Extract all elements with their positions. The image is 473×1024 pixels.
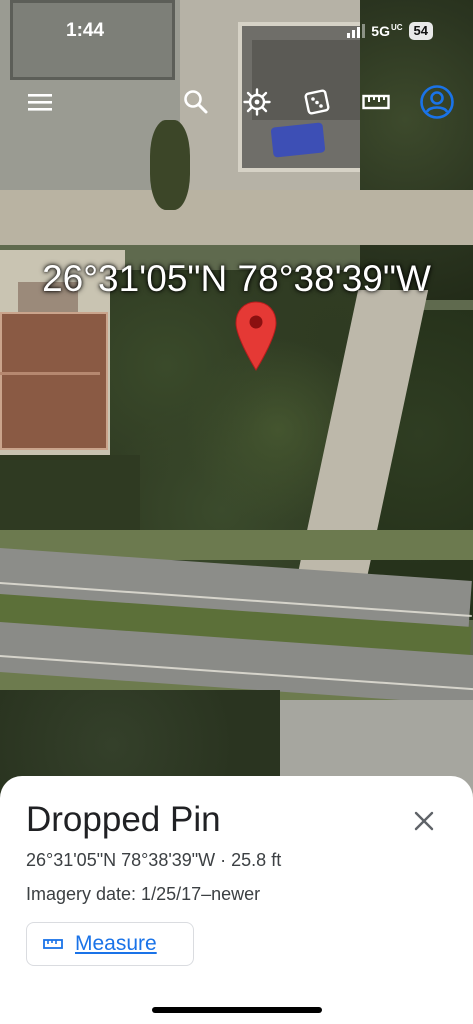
status-bar: 1:44 5GUC 54 xyxy=(0,0,473,60)
cellular-signal-icon xyxy=(347,24,366,38)
pin-coordinates: 26°31'05"N 78°38'39"W · 25.8 ft xyxy=(26,850,282,870)
dropped-pin-marker[interactable] xyxy=(234,300,278,372)
measure-button[interactable]: Measure xyxy=(26,922,194,966)
account-icon xyxy=(420,85,454,119)
map-house-roof xyxy=(0,312,108,450)
close-button[interactable] xyxy=(409,806,439,836)
status-indicators: 5GUC 54 xyxy=(347,22,433,40)
menu-button[interactable] xyxy=(20,82,60,122)
dropped-pin-sheet: Dropped Pin 26°31'05"N 78°38'39"W · 25.8… xyxy=(0,776,473,1024)
coordinate-label: 26°31'05"N 78°38'39"W xyxy=(42,258,431,299)
map-road xyxy=(0,190,473,245)
network-type: 5GUC xyxy=(371,23,403,39)
map-trees xyxy=(150,120,190,210)
battery-indicator: 54 xyxy=(408,22,433,40)
status-time: 1:44 xyxy=(66,20,105,41)
measure-label: Measure xyxy=(75,932,157,955)
sheet-title: Dropped Pin xyxy=(26,800,221,839)
menu-icon xyxy=(28,94,52,111)
voyager-button[interactable] xyxy=(237,82,277,122)
measure-tool-button[interactable] xyxy=(356,82,396,122)
feeling-lucky-button[interactable] xyxy=(297,82,337,122)
feeling-lucky-dice-icon xyxy=(304,89,330,115)
close-icon xyxy=(414,811,434,831)
imagery-date: Imagery date: 1/25/17–newer xyxy=(26,884,261,904)
ruler-icon xyxy=(43,939,63,949)
map-roof-ridge xyxy=(0,372,100,375)
search-button[interactable] xyxy=(176,82,216,122)
account-button[interactable] xyxy=(417,82,457,122)
map-toolbar xyxy=(0,82,473,128)
voyager-wheel-icon xyxy=(243,88,271,116)
home-indicator[interactable] xyxy=(152,1007,322,1013)
measure-ruler-icon xyxy=(362,94,390,110)
search-icon xyxy=(184,90,208,114)
